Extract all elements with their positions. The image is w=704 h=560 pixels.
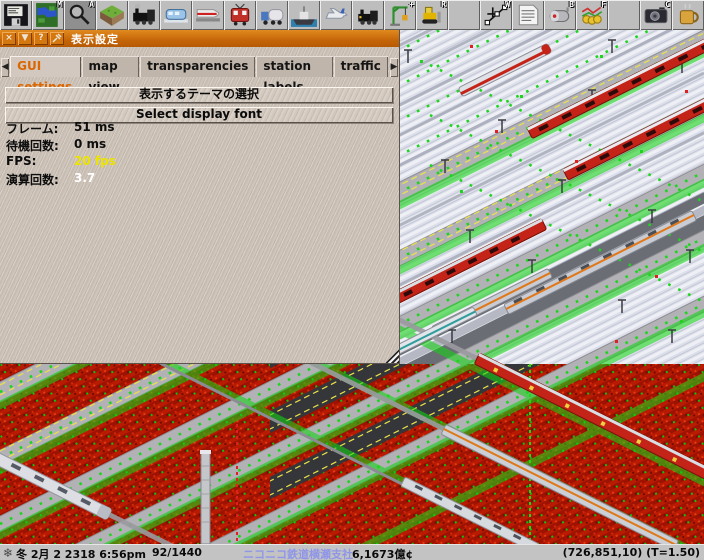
help-icon[interactable]: ? xyxy=(34,32,48,45)
mailbox-icon xyxy=(549,7,570,23)
coffee-mug-icon xyxy=(679,3,699,25)
ship-icon xyxy=(291,6,317,27)
month-tick: 92/1440 xyxy=(152,546,202,559)
finance-icon xyxy=(581,6,603,25)
cursor-coordinates: (726,851,10) (T=1.50) xyxy=(562,546,700,559)
industrial-locomotive-icon xyxy=(358,9,378,25)
season-snowflake-icon: ❄ xyxy=(3,546,14,560)
performance-stats: フレーム: 51 ms 待機回数: 0 ms FPS: 20 fps 演算回数:… xyxy=(6,120,306,188)
tab-map-view[interactable]: map view xyxy=(81,56,140,94)
tab-transparencies[interactable]: transparencies xyxy=(140,56,256,77)
stat-value: 3.7 xyxy=(74,171,96,185)
select-theme-button[interactable]: 表示するテーマの選択 xyxy=(5,87,393,103)
map-icon xyxy=(36,3,58,27)
monorail-tools-button[interactable] xyxy=(160,0,192,30)
display-settings-window: × ▼ ? 表示設定 ◀ GUI settings map view trans… xyxy=(0,30,400,364)
close-icon[interactable]: × xyxy=(2,32,16,45)
network-button[interactable]: W xyxy=(480,0,512,30)
list-button[interactable] xyxy=(512,0,544,30)
main-toolbar: M A + R W B F C xyxy=(0,0,704,30)
airplane-icon xyxy=(325,7,348,19)
stat-value: 20 fps xyxy=(74,154,116,168)
air-tools-button[interactable] xyxy=(320,0,352,30)
save-icon xyxy=(4,4,28,26)
ship-tools-button[interactable] xyxy=(288,0,320,30)
simutrans-screen: M A + R W B F C × ▼ ? 表示設定 ◀ GUI map tra… xyxy=(0,0,704,560)
query-icon xyxy=(69,4,90,25)
tab-bar: ◀ GUI settings map view transparencies s… xyxy=(0,56,399,94)
stat-idle-time: 待機回数: 0 ms xyxy=(6,137,306,154)
steam-locomotive-icon xyxy=(133,3,155,25)
window-titlebar[interactable]: × ▼ ? 表示設定 xyxy=(0,30,399,47)
tab-station-labels[interactable]: station labels xyxy=(256,56,333,94)
status-bar: ❄ 冬 2月 2 2318 6:56pm 92/1440 ニコニコ鉄道横瀬支社 … xyxy=(0,544,704,560)
tab-scroll-right-button[interactable]: ▶ xyxy=(389,58,398,77)
stat-value: 51 ms xyxy=(74,120,115,134)
crane-button[interactable]: + xyxy=(384,0,416,30)
map-button[interactable]: M xyxy=(32,0,64,30)
truck-icon xyxy=(261,9,284,25)
game-date: 冬 2月 2 2318 6:56pm xyxy=(16,548,146,560)
stat-label: 待機回数: xyxy=(6,139,59,153)
express-train-icon xyxy=(196,9,220,22)
screenshot-button[interactable]: C xyxy=(640,0,672,30)
special-rail-button[interactable] xyxy=(352,0,384,30)
player-balance: 6,1673億¢ xyxy=(352,548,414,560)
stat-label: FPS: xyxy=(6,154,37,168)
network-icon xyxy=(484,4,508,26)
save-button[interactable] xyxy=(0,0,32,30)
stat-frame-time: フレーム: 51 ms xyxy=(6,120,306,137)
train-tools-button[interactable] xyxy=(192,0,224,30)
company-name: ニコニコ鉄道横瀬支社 xyxy=(243,548,353,560)
rail-tools-button[interactable] xyxy=(128,0,160,30)
mailbox-button[interactable]: B xyxy=(544,0,576,30)
pause-button[interactable] xyxy=(672,0,704,30)
crane-icon xyxy=(390,6,408,26)
stat-label: 演算回数: xyxy=(6,173,59,187)
slope-tool-icon xyxy=(100,5,124,26)
pole xyxy=(200,450,211,545)
shade-icon[interactable]: ▼ xyxy=(18,32,32,45)
tab-traffic[interactable]: traffic xyxy=(333,56,388,77)
bulldozer-icon xyxy=(422,6,441,24)
stat-value: 0 ms xyxy=(74,137,107,151)
bulldozer-button[interactable]: R xyxy=(416,0,448,30)
pin-icon[interactable] xyxy=(50,32,64,45)
toolbar-spacer-2 xyxy=(608,0,640,30)
tab-gui-settings[interactable]: GUI settings xyxy=(10,56,81,94)
truck-tools-button[interactable] xyxy=(256,0,288,30)
document-list-icon xyxy=(518,4,539,26)
tram-icon xyxy=(230,3,250,26)
resize-handle[interactable] xyxy=(385,349,399,363)
stat-simloops: 演算回数: 3.7 xyxy=(6,171,306,188)
query-button[interactable]: A xyxy=(64,0,96,30)
stat-fps: FPS: 20 fps xyxy=(6,154,306,171)
stat-label: フレーム: xyxy=(6,122,59,136)
finance-button[interactable]: F xyxy=(576,0,608,30)
window-title: 表示設定 xyxy=(71,32,119,46)
tab-scroll-left-button[interactable]: ◀ xyxy=(1,58,10,77)
monorail-icon xyxy=(164,9,188,23)
camera-icon xyxy=(644,7,668,24)
slope-tool-button[interactable] xyxy=(96,0,128,30)
toolbar-spacer-1 xyxy=(448,0,480,30)
tram-tools-button[interactable] xyxy=(224,0,256,30)
